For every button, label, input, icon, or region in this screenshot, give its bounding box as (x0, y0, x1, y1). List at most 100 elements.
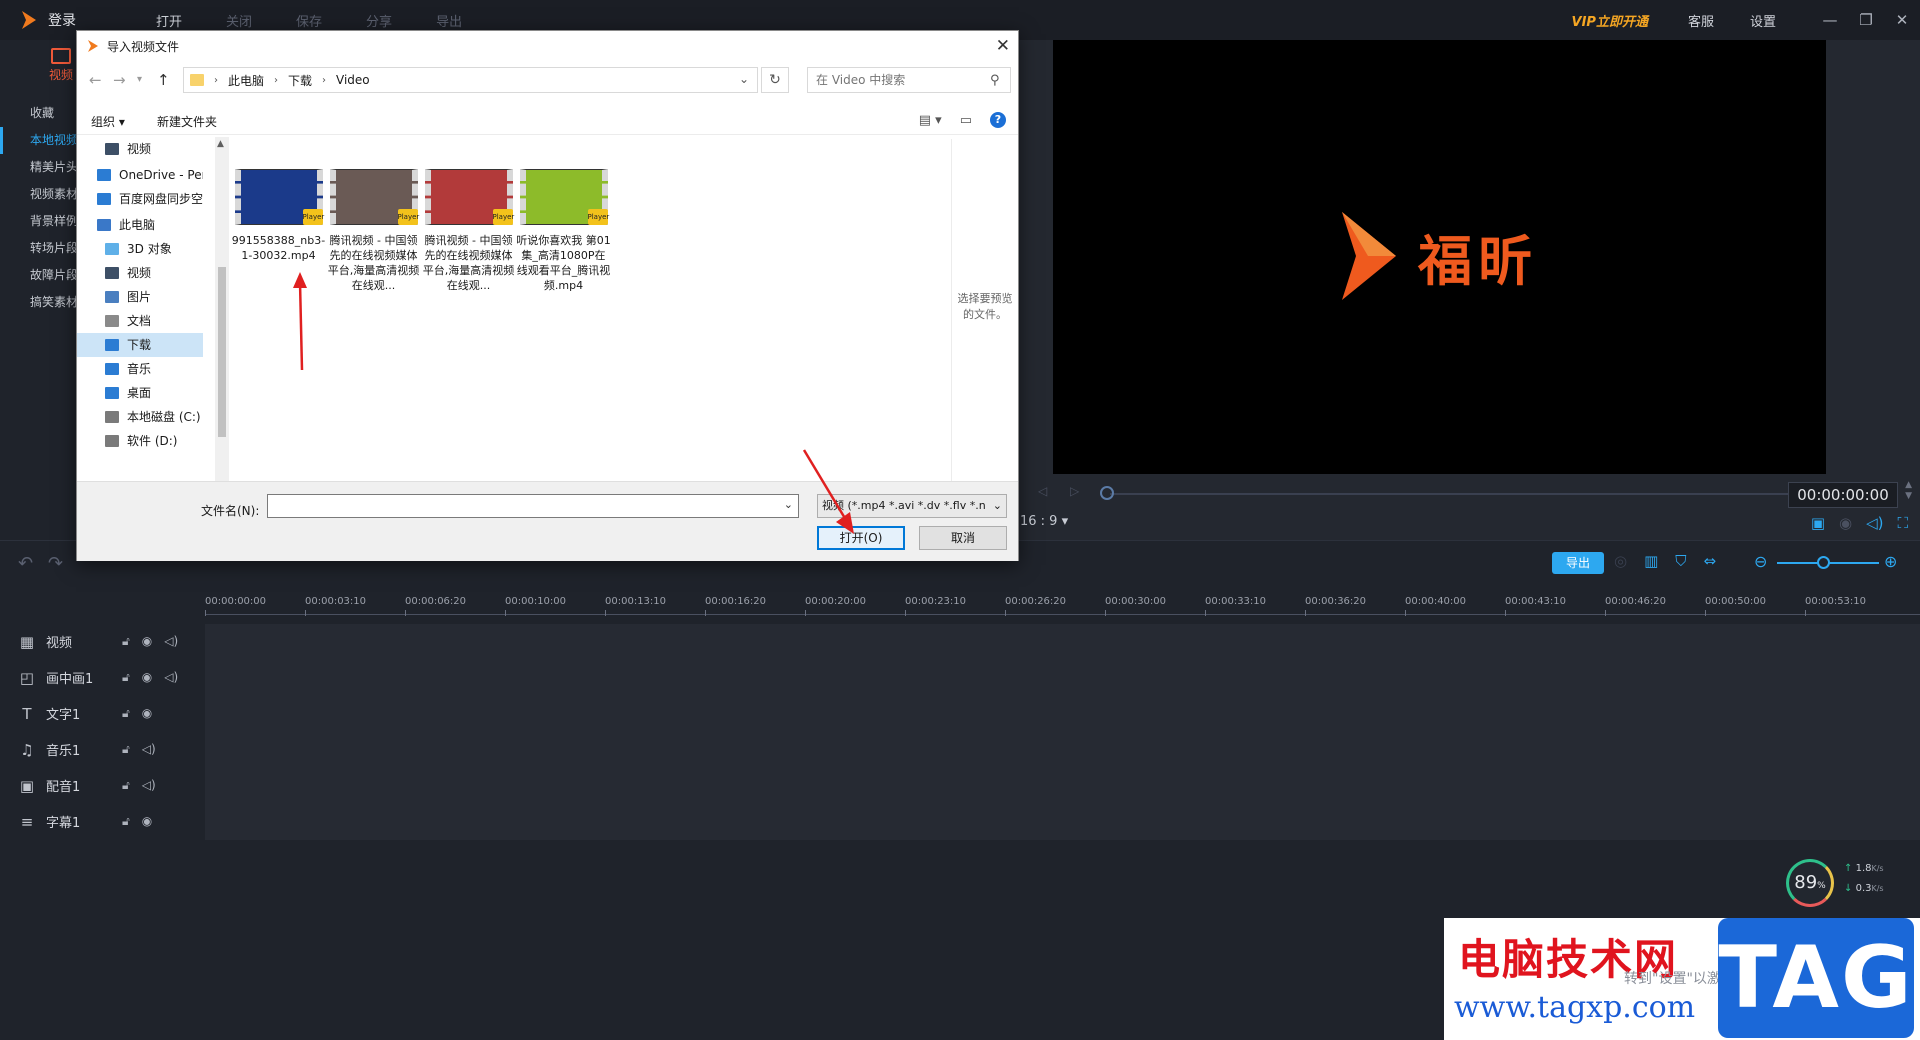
lock-icon[interactable]: 🔓︎ (122, 670, 130, 685)
file-item[interactable]: Player 腾讯视频 - 中国领先的在线视频媒体平台,海量高清视频在线观... (421, 169, 516, 293)
marker-icon[interactable]: ⛉ (1675, 552, 1686, 570)
breadcrumb-video[interactable]: Video (336, 73, 370, 87)
speaker-icon[interactable]: ◁) (142, 742, 156, 757)
split-view-icon[interactable]: ▥ (1644, 552, 1658, 570)
nav-item[interactable]: 图片 (77, 285, 203, 309)
dialog-close-icon[interactable]: ✕ (996, 36, 1010, 56)
tab-video[interactable]: 视频 (46, 48, 76, 83)
progress-handle[interactable] (1100, 486, 1114, 500)
nav-item[interactable]: 3D 对象 (77, 237, 203, 261)
breadcrumb-this-pc[interactable]: 此电脑 (228, 72, 264, 89)
menu-share[interactable]: 分享 (366, 11, 392, 30)
redo-icon[interactable]: ↷ (48, 553, 63, 574)
help-icon[interactable]: ? (990, 112, 1006, 128)
cancel-button[interactable]: 取消 (919, 526, 1007, 550)
aspect-ratio-select[interactable]: 16 : 9 ▾ (1020, 514, 1068, 529)
nav-item[interactable]: 文档 (77, 309, 203, 333)
lock-icon[interactable]: 🔓︎ (122, 814, 130, 829)
zoom-out-icon[interactable]: ⊖ (1754, 552, 1767, 571)
login-link[interactable]: 登录 (48, 10, 76, 30)
close-icon[interactable]: ✕ (1884, 0, 1920, 40)
address-dropdown-icon[interactable]: ⌄ (739, 72, 749, 86)
nav-item[interactable]: OneDrive - Personal (77, 163, 203, 187)
eye-icon[interactable]: ◉ (142, 634, 152, 649)
track-lane[interactable] (205, 804, 1920, 840)
zoom-handle[interactable] (1816, 556, 1830, 569)
nav-item[interactable]: 百度网盘同步空间 (77, 187, 203, 211)
menu-open[interactable]: 打开 (156, 11, 182, 30)
nav-item[interactable]: 音乐 (77, 357, 203, 381)
lock-icon[interactable]: 🔓︎ (122, 634, 130, 649)
search-icon[interactable]: ⚲ (990, 73, 1000, 88)
search-input[interactable] (816, 73, 986, 87)
media-category-item[interactable]: 搞笑素材 (0, 289, 80, 316)
export-button[interactable]: 导出 (1552, 552, 1604, 574)
fullscreen-icon[interactable]: ⛶ (1897, 514, 1908, 532)
prev-frame-icon[interactable]: ◁ (1038, 484, 1047, 498)
timeline-ruler[interactable]: 00:00:00:00 00:00:03:10 00:00:06:20 00:00:1… (0, 584, 1920, 622)
menu-save[interactable]: 保存 (296, 11, 322, 30)
nav-item[interactable]: 本地磁盘 (C:) (77, 405, 203, 429)
nav-item[interactable]: 此电脑 (77, 213, 203, 237)
media-category-item[interactable]: 精美片头 (0, 154, 80, 181)
media-category-item[interactable]: 背景样例 (0, 208, 80, 235)
address-bar[interactable]: › 此电脑 › 下载 › Video ⌄ (183, 67, 758, 93)
track-lane[interactable] (205, 768, 1920, 804)
back-arrow-icon[interactable]: ← (89, 71, 102, 89)
track-lane[interactable] (205, 696, 1920, 732)
menu-export[interactable]: 导出 (436, 11, 462, 30)
lock-icon[interactable]: 🔓︎ (122, 742, 130, 757)
vip-link[interactable]: VIP立即开通 (1572, 11, 1648, 30)
nav-item[interactable]: 桌面 (77, 381, 203, 405)
volume-icon[interactable]: ◁) (1866, 514, 1883, 532)
progress-track[interactable] (1110, 493, 1790, 495)
timecode-stepper-icon[interactable]: ▲ ▼ (1905, 480, 1912, 502)
media-category-item[interactable]: 故障片段 (0, 262, 80, 289)
filename-input[interactable]: ⌄ (267, 494, 799, 518)
speaker-icon[interactable]: ◁) (164, 670, 178, 685)
eye-icon[interactable]: ◉ (142, 706, 152, 721)
media-category-item[interactable]: 转场片段 (0, 235, 80, 262)
fit-icon[interactable]: ⇔ (1704, 552, 1717, 570)
media-category-item[interactable]: 视频素材 (0, 181, 80, 208)
media-category-item[interactable]: 收藏 (0, 100, 80, 127)
settings-link[interactable]: 设置 (1750, 11, 1776, 30)
nav-item[interactable]: 视频 (77, 261, 203, 285)
play-icon[interactable]: ▷ (1070, 484, 1079, 498)
breadcrumb-downloads[interactable]: 下载 (288, 72, 312, 89)
scroll-thumb[interactable] (218, 267, 226, 437)
nav-item[interactable]: 软件 (D:) (77, 429, 203, 453)
lock-icon[interactable]: 🔓︎ (122, 778, 130, 793)
camera-icon[interactable]: ◉ (1839, 514, 1852, 532)
eye-icon[interactable]: ◉ (142, 814, 152, 829)
restore-icon[interactable]: ❐ (1848, 0, 1884, 40)
track-lane[interactable] (205, 660, 1920, 696)
file-item[interactable]: Player 腾讯视频 - 中国领先的在线视频媒体平台,海量高清视频在线观... (326, 169, 421, 293)
lock-icon[interactable]: 🔓︎ (122, 706, 130, 721)
undo-icon[interactable]: ↶ (18, 553, 33, 574)
filetype-select[interactable]: 视频 (*.mp4 *.avi *.dv *.flv *.n ⌄ (817, 494, 1007, 518)
open-button[interactable]: 打开(O) (817, 526, 905, 550)
up-arrow-icon[interactable]: ↑ (157, 71, 170, 89)
zoom-in-icon[interactable]: ⊕ (1884, 552, 1897, 571)
new-folder-button[interactable]: 新建文件夹 (157, 113, 217, 130)
search-box[interactable]: ⚲ (807, 67, 1011, 93)
file-item[interactable]: Player 991558388_nb3-1-30032.mp4 (231, 169, 326, 263)
speaker-icon[interactable]: ◁) (164, 634, 178, 649)
menu-close[interactable]: 关闭 (226, 11, 252, 30)
nav-item[interactable]: 视频 (77, 137, 203, 161)
speaker-icon[interactable]: ◁) (142, 778, 156, 793)
track-lane[interactable] (205, 624, 1920, 660)
service-link[interactable]: 客服 (1688, 11, 1714, 30)
organize-button[interactable]: 组织 ▾ (91, 113, 125, 130)
eye-icon[interactable]: ◉ (142, 670, 152, 685)
nav-item[interactable]: 下载 (77, 333, 203, 357)
snapshot-icon[interactable]: ▣ (1811, 514, 1825, 532)
forward-arrow-icon[interactable]: → (113, 71, 126, 89)
view-mode-icon[interactable]: ▤ ▾ (919, 113, 942, 128)
refresh-icon[interactable]: ↻ (761, 67, 789, 93)
minimize-icon[interactable]: — (1812, 0, 1848, 40)
filename-dropdown-icon[interactable]: ⌄ (784, 498, 793, 511)
track-lane[interactable] (205, 732, 1920, 768)
media-category-item[interactable]: 本地视频 (0, 127, 80, 154)
